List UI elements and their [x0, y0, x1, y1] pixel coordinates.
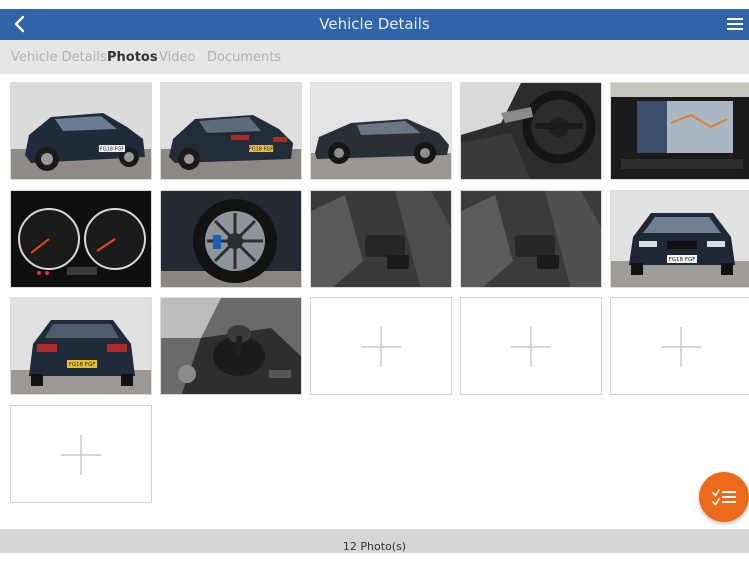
photo-thumbnail-front-seats[interactable] [460, 190, 602, 288]
photo-thumbnail-car-side[interactable] [310, 82, 452, 180]
tab-video[interactable]: Video [159, 50, 195, 65]
checklist-fab-button[interactable] [699, 472, 749, 522]
photo-thumbnail-instrument-cluster[interactable] [10, 190, 152, 288]
tab-vehicle-details[interactable]: Vehicle Details [11, 50, 107, 65]
app-header: Vehicle Details [0, 9, 749, 40]
photo-thumbnail-car-rear-three-quarter[interactable]: FG18 FGF [160, 82, 302, 180]
add-photo-slot[interactable] [460, 297, 602, 395]
tab-bar: Vehicle Details Photos Video Documents [0, 40, 749, 74]
checklist-icon [712, 489, 736, 506]
photo-thumbnail-car-front-three-quarter[interactable]: FG18 FGF [10, 82, 152, 180]
hamburger-menu-icon[interactable] [725, 14, 745, 34]
add-photo-slot[interactable] [610, 297, 749, 395]
add-photo-slot[interactable] [10, 405, 152, 503]
photo-count-bar: 12 Photo(s) [0, 529, 749, 553]
photo-thumbnail-car-rear[interactable]: FG18 FGF [10, 297, 152, 395]
plus-icon [61, 435, 101, 475]
page-title: Vehicle Details [319, 15, 430, 33]
photo-thumbnail-car-front[interactable]: FG18 FGF [610, 190, 749, 288]
license-plate-text: FG18 FGF [669, 257, 696, 263]
tab-photos[interactable]: Photos [107, 50, 158, 65]
photo-thumbnail-alloy-wheel[interactable] [160, 190, 302, 288]
plus-icon [511, 327, 551, 367]
photo-thumbnail-steering-wheel-dashboard[interactable] [460, 82, 602, 180]
tab-documents[interactable]: Documents [207, 50, 281, 65]
photo-thumbnail-infotainment-map-screen[interactable] [610, 82, 749, 180]
license-plate-text: FG18 FGF [249, 147, 273, 153]
add-photo-slot[interactable] [310, 297, 452, 395]
license-plate-text: FG18 FGF [69, 362, 96, 368]
license-plate-text: FG18 FGF [100, 147, 124, 153]
photo-count-label: 12 Photo(s) [342, 540, 407, 553]
photo-thumbnail-gear-shifter[interactable] [160, 297, 302, 395]
plus-icon [661, 327, 701, 367]
plus-icon [361, 327, 401, 367]
photo-thumbnail-front-seats[interactable] [310, 190, 452, 288]
